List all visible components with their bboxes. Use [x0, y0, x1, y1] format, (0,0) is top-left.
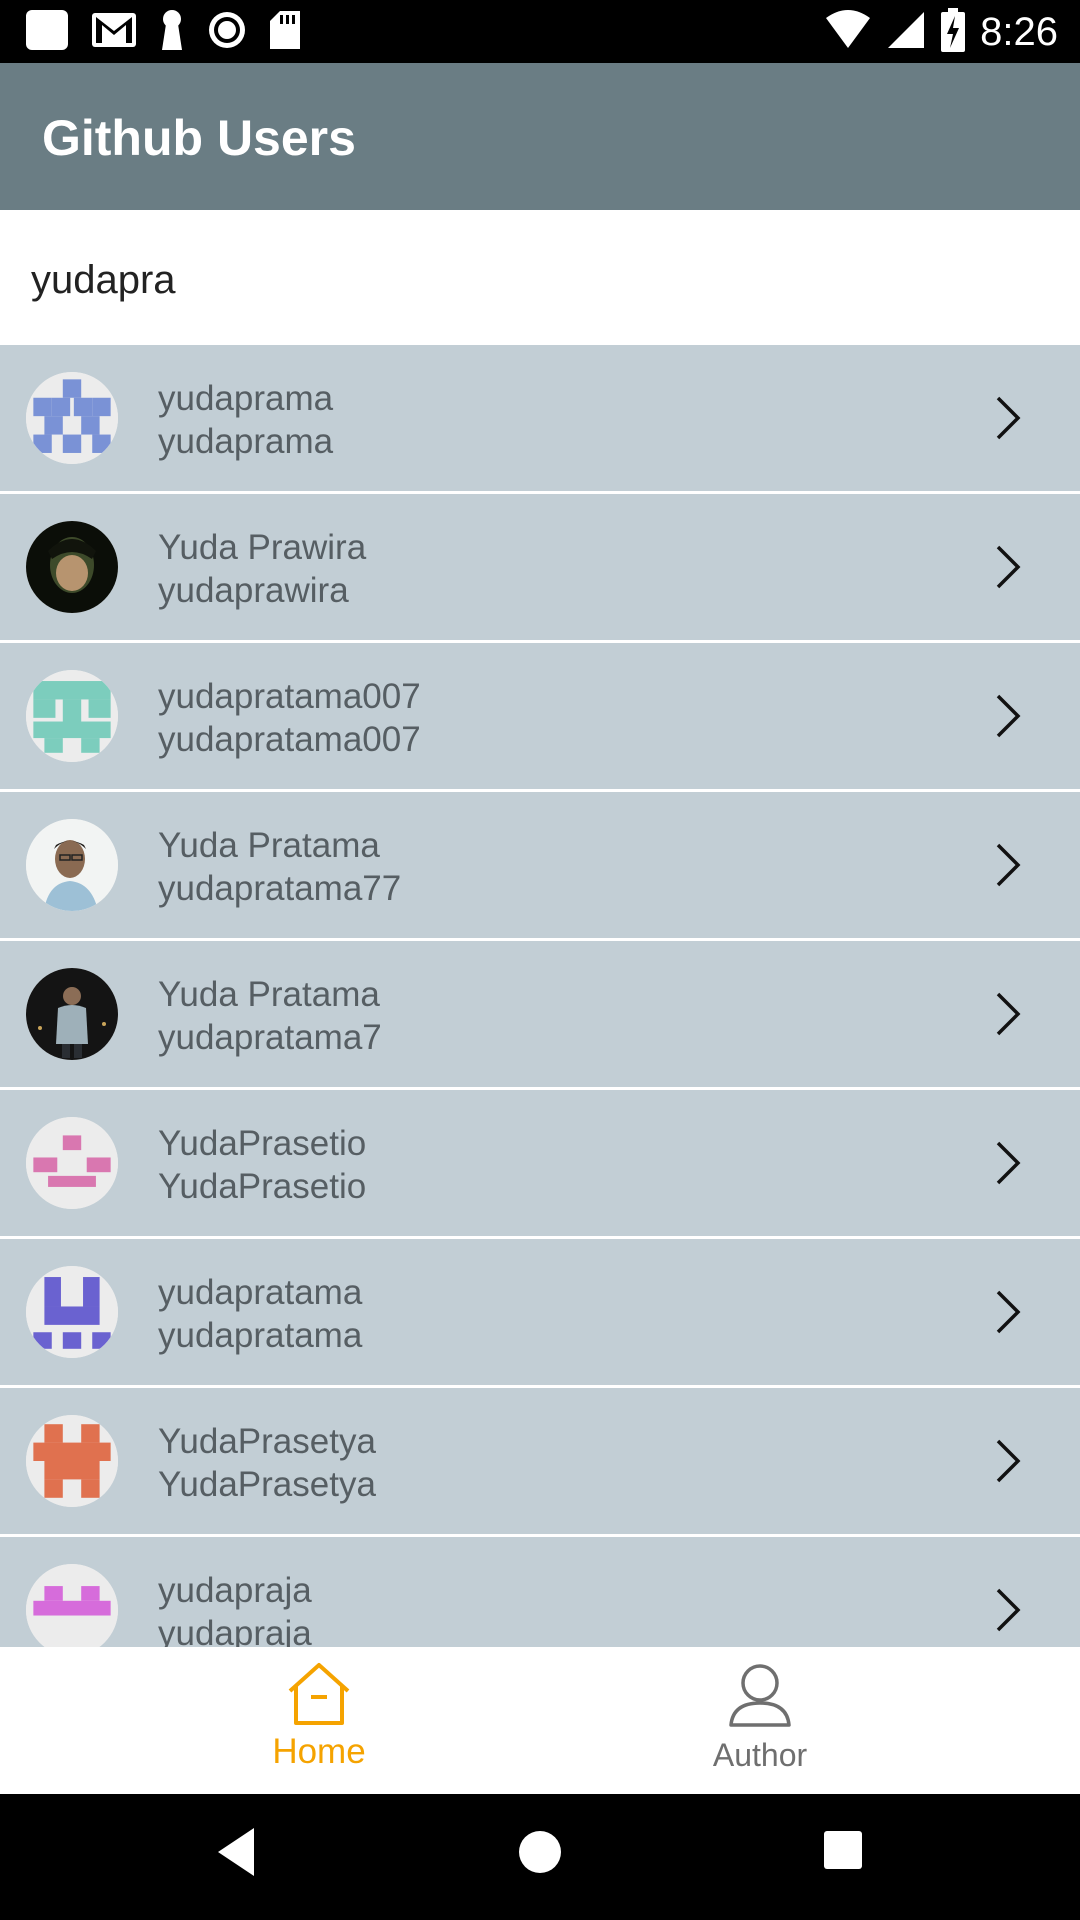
list-item[interactable]: Yuda Prawira yudaprawira — [0, 494, 1080, 640]
user-login: YudaPrasetio — [158, 1167, 367, 1206]
status-time: 8:26 — [980, 9, 1058, 54]
user-display-name: Yuda Prawira — [158, 528, 367, 567]
app-bar: Github Users — [0, 63, 1080, 210]
page-title: Github Users — [42, 110, 356, 166]
list-item[interactable]: Yuda Pratama yudapratama7 — [0, 941, 1080, 1087]
home-icon — [288, 1663, 350, 1725]
list-item[interactable]: yudapratama007 yudapratama007 — [0, 643, 1080, 789]
sd-card-icon — [268, 9, 302, 56]
list-item[interactable]: yudapratama yudapratama — [0, 1239, 1080, 1385]
user-login: yudapratama007 — [158, 720, 421, 759]
chevron-right-icon — [996, 1588, 1021, 1632]
search-input[interactable] — [31, 252, 1031, 308]
user-display-name: yudapraja — [158, 1571, 312, 1610]
bottom-navigation: Home Author — [0, 1647, 1080, 1794]
chevron-right-icon — [996, 843, 1021, 887]
list-item[interactable]: Yuda Pratama yudapratama77 — [0, 792, 1080, 938]
signal-icon — [886, 10, 926, 55]
recents-icon[interactable] — [823, 1830, 863, 1870]
avatar — [26, 968, 118, 1060]
user-login: yudaprawira — [158, 571, 349, 610]
status-system-icons: 8:26 — [824, 7, 1058, 57]
wifi-icon — [824, 9, 872, 55]
user-display-name: Yuda Pratama — [158, 975, 380, 1014]
battery-charging-icon — [940, 7, 966, 57]
status-bar: 8:26 — [0, 0, 1080, 63]
user-login: yudaprama — [158, 422, 334, 461]
chevron-right-icon — [996, 1439, 1021, 1483]
user-display-name: YudaPrasetya — [158, 1422, 376, 1461]
list-item[interactable]: yudaprama yudaprama — [0, 345, 1080, 491]
user-display-name: yudaprama — [158, 379, 334, 418]
user-login: yudapratama77 — [158, 869, 402, 908]
nav-home-label: Home — [272, 1732, 366, 1771]
system-navigation-bar — [0, 1794, 1080, 1920]
avatar — [26, 521, 118, 613]
avatar — [26, 372, 118, 464]
user-login: yudapraja — [158, 1614, 312, 1647]
nav-author-tab[interactable]: Author — [610, 1647, 910, 1794]
nav-home-tab[interactable]: Home — [169, 1647, 469, 1794]
user-list[interactable]: yudaprama yudaprama Yuda Prawira yudapra… — [0, 345, 1080, 1647]
home-button-icon[interactable] — [518, 1830, 562, 1874]
user-login: YudaPrasetya — [158, 1465, 376, 1504]
keyhole-icon — [158, 8, 186, 57]
search-box — [0, 210, 1080, 345]
nav-author-label: Author — [712, 1737, 808, 1773]
chevron-right-icon — [996, 545, 1021, 589]
chevron-right-icon — [996, 396, 1021, 440]
avatar — [26, 1266, 118, 1358]
avatar — [26, 1415, 118, 1507]
chevron-right-icon — [996, 992, 1021, 1036]
person-icon — [729, 1664, 791, 1727]
app-icon — [24, 7, 70, 58]
gmail-icon — [90, 9, 138, 56]
chevron-right-icon — [996, 694, 1021, 738]
list-item[interactable]: yudapraja yudapraja — [0, 1537, 1080, 1647]
avatar — [26, 819, 118, 911]
radio-icon — [206, 9, 248, 56]
list-item[interactable]: YudaPrasetya YudaPrasetya — [0, 1388, 1080, 1534]
avatar — [26, 1117, 118, 1209]
avatar — [26, 1564, 118, 1647]
avatar — [26, 670, 118, 762]
chevron-right-icon — [996, 1290, 1021, 1334]
user-display-name: YudaPrasetio — [158, 1124, 367, 1163]
status-notification-icons — [24, 8, 302, 56]
user-login: yudapratama7 — [158, 1018, 382, 1057]
user-display-name: yudapratama — [158, 1273, 363, 1312]
list-item[interactable]: YudaPrasetio YudaPrasetio — [0, 1090, 1080, 1236]
chevron-right-icon — [996, 1141, 1021, 1185]
back-icon[interactable] — [214, 1824, 258, 1880]
user-login: yudapratama — [158, 1316, 363, 1355]
user-display-name: yudapratama007 — [158, 677, 421, 716]
user-display-name: Yuda Pratama — [158, 826, 380, 865]
